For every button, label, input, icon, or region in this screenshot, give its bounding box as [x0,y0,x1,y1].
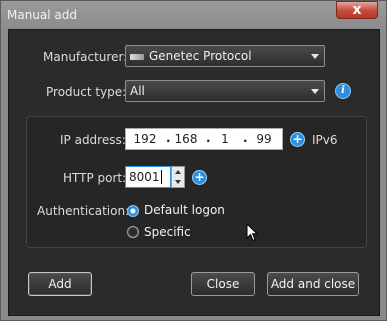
radio-specific[interactable] [127,226,139,238]
add-button[interactable]: Add [28,272,92,296]
ip-separator: . [166,131,171,145]
info-icon[interactable]: i [335,83,351,99]
manufacturer-dropdown[interactable]: Genetec Protocol [125,45,325,67]
close-window-button[interactable]: x [336,1,378,19]
window-title: Manual add [7,8,78,22]
http-port-input[interactable]: 8001 [125,166,171,188]
mouse-pointer-icon [246,223,259,242]
add-port-icon[interactable]: + [192,170,207,185]
ipv6-label[interactable]: IPv6 [312,133,338,147]
close-button[interactable]: Close [191,272,255,296]
stepper-down-icon[interactable] [172,177,184,187]
http-port-stepper[interactable] [171,166,185,188]
ip-separator: . [243,131,248,145]
ip-address-field[interactable]: 192 . 168 . 1 . 99 [125,128,283,150]
stepper-up-icon[interactable] [172,167,184,177]
genetec-logo-icon [130,53,144,60]
info-glyph: i [341,85,345,96]
plus-glyph: + [194,170,205,184]
ip-address-label: IP address: [60,133,126,147]
specific-label[interactable]: Specific [144,225,191,239]
dialog-body: Manufacturer: Genetec Protocol Product t… [8,29,380,316]
add-and-close-button[interactable]: Add and close [267,272,359,296]
ip-octet-1[interactable]: 192 [130,132,160,146]
product-type-dropdown[interactable]: All [125,80,325,102]
http-port-label: HTTP port: [63,171,127,185]
add-ip-icon[interactable]: + [290,132,305,147]
default-logon-label[interactable]: Default logon [144,203,225,217]
title-bar[interactable]: Manual add x [1,1,386,29]
close-icon: x [352,2,362,18]
manual-add-dialog: Manual add x Manufacturer: Genetec Proto… [0,0,387,321]
authentication-label: Authentication: [37,204,130,218]
chevron-down-icon [311,89,319,94]
product-type-label: Product type: [46,85,127,99]
manufacturer-value: Genetec Protocol [149,49,252,63]
product-type-value: All [130,84,145,98]
ip-octet-2[interactable]: 168 [171,132,201,146]
text-caret [160,170,162,184]
ip-octet-3[interactable]: 1 [210,132,240,146]
http-port-value: 8001 [129,170,160,184]
plus-glyph: + [292,132,303,146]
manufacturer-label: Manufacturer: [43,50,128,64]
chevron-down-icon [311,54,319,59]
radio-default-logon[interactable] [127,205,139,217]
ip-octet-4[interactable]: 99 [249,132,279,146]
